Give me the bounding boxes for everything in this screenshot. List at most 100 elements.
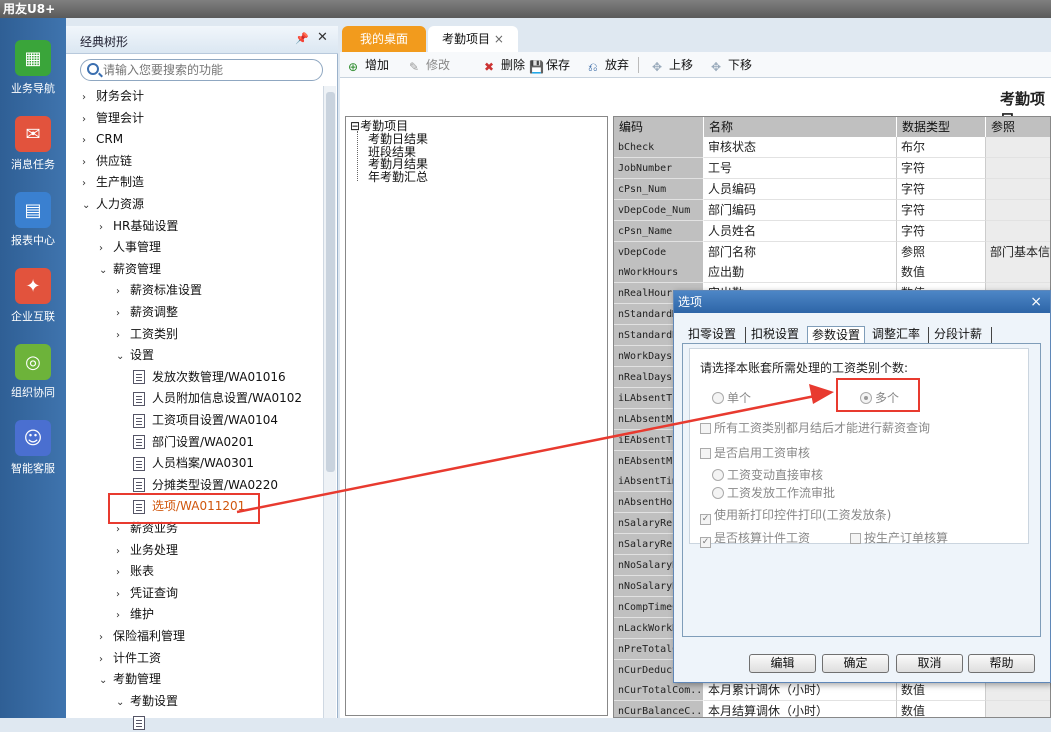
tree-folder-item[interactable]: ⌄ 薪资管理 (99, 259, 161, 279)
nav-button-2[interactable]: ▤ 报表中心 (0, 192, 66, 262)
tree-folder-item[interactable]: › 生产制造 (82, 172, 144, 192)
tree-folder-item[interactable]: › 薪资调整 (116, 302, 178, 322)
table-cell[interactable] (986, 199, 1050, 221)
tree-leaf-item[interactable]: 发放次数管理/WA01016 (133, 367, 286, 387)
tree-folder-item[interactable]: › 薪资标准设置 (116, 280, 202, 300)
table-cell[interactable]: nCurTotalCom... (614, 680, 704, 702)
grid-header-1[interactable]: 名称 (704, 117, 897, 137)
tree-folder-item[interactable]: › 业务处理 (116, 540, 178, 560)
table-cell[interactable]: 数值 (897, 701, 986, 717)
chk-production-order[interactable]: 按生产订单核算 (850, 529, 948, 546)
table-cell[interactable]: 部门基本信息 (986, 241, 1050, 263)
chk-month-end[interactable]: 所有工资类别都月结后才能进行薪资查询 (700, 419, 930, 436)
dialog-tab-3[interactable]: 调整汇率 (872, 326, 920, 343)
tree-folder-item[interactable]: ⌄ 考勤管理 (99, 669, 161, 689)
table-cell[interactable] (986, 680, 1050, 702)
grid-header-3[interactable]: 参照 (986, 117, 1050, 137)
tree-folder-item[interactable]: › 维护 (116, 604, 154, 624)
tree-folder-item[interactable]: ⌄ 人力资源 (82, 194, 144, 214)
toolbar-move-down-button[interactable]: ✥ 下移 (711, 56, 752, 74)
help-button[interactable]: 帮助 (968, 654, 1035, 673)
tree-folder-item[interactable]: › 计件工资 (99, 648, 161, 668)
radio-circle[interactable] (712, 469, 724, 481)
dialog-tab-2[interactable]: 参数设置 (807, 326, 866, 343)
table-row[interactable]: cPsn_Name 人员姓名 字符 (614, 220, 1050, 242)
table-cell[interactable]: nCurBalanceC... (614, 701, 704, 717)
ok-button[interactable]: 确定 (822, 654, 889, 673)
table-cell[interactable]: JobNumber (614, 157, 704, 179)
table-cell[interactable]: 部门名称 (704, 241, 897, 263)
table-cell[interactable]: 工号 (704, 157, 897, 179)
pin-icon[interactable]: 📌 (295, 32, 309, 45)
table-cell[interactable]: 应出勤 (704, 262, 897, 284)
nav-button-0[interactable]: ▦ 业务导航 (0, 40, 66, 110)
grid-header-0[interactable]: 编码 (614, 117, 704, 137)
tree-folder-item[interactable]: › 账表 (116, 561, 154, 581)
toolbar-add-button[interactable]: ⊕ 增加 (348, 56, 389, 74)
dialog-tab-4[interactable]: 分段计薪 (934, 326, 982, 343)
toolbar-delete-button[interactable]: ✖ 删除 (484, 56, 525, 74)
table-cell[interactable]: cPsn_Num (614, 178, 704, 200)
table-cell[interactable]: cPsn_Name (614, 220, 704, 242)
tree-folder-item[interactable]: › HR基础设置 (99, 216, 178, 236)
radio-circle[interactable] (712, 487, 724, 499)
toolbar-save-button[interactable]: 💾 保存 (529, 56, 570, 74)
tree-leaf-item[interactable]: 部门设置/WA0201 (133, 432, 254, 452)
table-cell[interactable]: 部门编码 (704, 199, 897, 221)
table-row[interactable]: cPsn_Num 人员编码 字符 (614, 178, 1050, 200)
table-cell[interactable]: 布尔 (897, 137, 986, 158)
table-row[interactable]: nCurBalanceC... 本月结算调休（小时） 数值 (614, 701, 1050, 717)
search-box[interactable] (80, 59, 323, 81)
tree-leaf-item[interactable]: 分摊类型设置/WA0220 (133, 475, 278, 495)
table-row[interactable]: JobNumber 工号 字符 (614, 157, 1050, 179)
nav-button-5[interactable]: ☺ 智能客服 (0, 420, 66, 490)
table-row[interactable]: bCheck 审核状态 布尔 (614, 137, 1050, 158)
table-cell[interactable]: 人员编码 (704, 178, 897, 200)
toolbar-discard-button[interactable]: ⎌ 放弃 (588, 56, 629, 74)
tab-close-icon[interactable]: × (490, 32, 504, 46)
table-cell[interactable]: vDepCode_Num (614, 199, 704, 221)
tab-1[interactable]: 考勤项目 × (428, 26, 518, 52)
chk-piece-wage[interactable]: ✓ 是否核算计件工资 (700, 529, 810, 548)
edit-button[interactable]: 编辑 (749, 654, 816, 673)
table-cell[interactable] (986, 178, 1050, 200)
close-icon[interactable]: ✕ (317, 30, 328, 45)
collapse-icon[interactable]: ⊟ (350, 119, 360, 133)
dialog-close-icon[interactable]: × (1030, 291, 1042, 313)
table-row[interactable]: nWorkHours 应出勤 数值 (614, 262, 1050, 284)
tree-leaf-item[interactable] (133, 712, 152, 732)
search-input[interactable] (103, 62, 313, 78)
tree-folder-item[interactable]: › CRM (82, 129, 123, 149)
radio-single[interactable]: 单个 (712, 389, 751, 406)
tree-folder-item[interactable]: ⌄ 考勤设置 (116, 691, 178, 711)
tree-folder-item[interactable]: ⌄ 设置 (116, 345, 154, 365)
table-cell[interactable]: 数值 (897, 680, 986, 702)
table-cell[interactable] (986, 262, 1050, 284)
chk-audit[interactable]: 是否启用工资审核 (700, 444, 810, 461)
tab-0[interactable]: 我的桌面 (342, 26, 426, 52)
attendance-tree-item[interactable]: 年考勤汇总 (368, 171, 428, 184)
radio-direct-audit[interactable]: 工资变动直接审核 (712, 466, 823, 483)
radio-workflow-audit[interactable]: 工资发放工作流审批 (712, 484, 835, 501)
table-cell[interactable] (986, 701, 1050, 717)
table-cell[interactable]: 字符 (897, 199, 986, 221)
table-cell[interactable]: vDepCode (614, 241, 704, 263)
tree-folder-item[interactable]: › 工资类别 (116, 324, 178, 344)
cancel-button[interactable]: 取消 (896, 654, 963, 673)
chk-new-print[interactable]: ✓ 使用新打印控件打印(工资发放条) (700, 506, 891, 525)
table-cell[interactable]: nWorkHours (614, 262, 704, 284)
scrollbar-thumb[interactable] (326, 92, 335, 472)
tree-leaf-item[interactable]: 人员档案/WA0301 (133, 453, 254, 473)
tree-folder-item[interactable]: › 管理会计 (82, 108, 144, 128)
table-cell[interactable]: 字符 (897, 157, 986, 179)
tree-leaf-item[interactable]: 工资项目设置/WA0104 (133, 410, 278, 430)
table-cell[interactable]: 人员姓名 (704, 220, 897, 242)
tree-folder-item[interactable]: › 供应链 (82, 151, 132, 171)
table-cell[interactable]: 审核状态 (704, 137, 897, 158)
tree-scrollbar[interactable] (323, 86, 336, 718)
checkbox[interactable]: ✓ (700, 514, 711, 525)
table-cell[interactable]: bCheck (614, 137, 704, 158)
table-cell[interactable] (986, 137, 1050, 158)
table-cell[interactable]: 字符 (897, 178, 986, 200)
checkbox[interactable] (850, 533, 861, 544)
